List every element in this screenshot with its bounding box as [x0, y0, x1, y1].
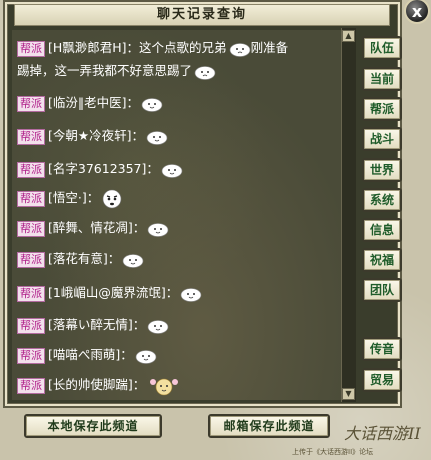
channel-tag: 帮派 — [17, 190, 45, 207]
emote-icon — [135, 349, 157, 364]
chat-message: 帮派 [醉舞、情花凋]： — [17, 217, 169, 238]
channel-button-battle[interactable]: 战斗 — [362, 127, 402, 151]
chat-message: 帮派 [1峨嵋山@魔界流氓]： — [17, 282, 202, 303]
channel-tag: 帮派 — [17, 40, 45, 57]
chat-message: 帮派 [名字37612357]： — [17, 158, 183, 179]
chat-message: 帮派 [今朝★冷夜轩]： — [17, 125, 168, 146]
channel-button-trade[interactable]: 贸易 — [362, 368, 402, 392]
channel-tag: 帮派 — [17, 285, 45, 302]
flower-emote-icon — [150, 378, 179, 395]
title-bar[interactable]: 聊天记录查询 — [14, 4, 390, 26]
channel-button-blessing[interactable]: 祝福 — [362, 248, 402, 272]
emote-icon — [161, 163, 183, 178]
channel-tag: 帮派 — [17, 95, 45, 112]
channel-button-team[interactable]: 队伍 — [362, 36, 402, 60]
chat-message: 帮派 [落花有意]： — [17, 248, 144, 269]
emote-icon — [180, 287, 202, 302]
scroll-down-arrow-icon[interactable]: ▼ — [342, 388, 355, 400]
channel-tag: 帮派 — [17, 128, 45, 145]
channel-button-group[interactable]: 团队 — [362, 278, 402, 302]
channel-tag: 帮派 — [17, 220, 45, 237]
save-mail-button[interactable]: 邮箱保存此频道 — [208, 414, 330, 438]
emote-icon — [141, 97, 163, 112]
emote-icon — [147, 319, 169, 334]
emote-icon — [122, 253, 144, 268]
message-text: [H飘渺郎君H]：这个点歌的兄弟 — [48, 40, 227, 55]
footer-note: 上传于《大话西游II》论坛 — [292, 448, 374, 456]
window-title: 聊天记录查询 — [156, 7, 247, 22]
face-emote-icon — [102, 189, 122, 208]
channel-tag: 帮派 — [17, 347, 45, 364]
message-text: [今朝★冷夜轩]： — [48, 128, 144, 143]
message-text: [喵喵ぺ雨萌]： — [48, 347, 133, 362]
game-logo: 大话西游II — [344, 424, 421, 443]
channel-tag: 帮派 — [17, 317, 45, 334]
emote-icon — [194, 65, 216, 80]
message-text: 踢掉，这一弄我都不好意思踢了 — [17, 63, 193, 78]
message-text: [名字37612357]： — [48, 161, 159, 176]
message-text: [悟空·]： — [48, 190, 100, 205]
message-text: [落花有意]： — [48, 251, 121, 266]
channel-button-current[interactable]: 当前 — [362, 67, 402, 91]
chat-message: 帮派 [落幕い醉无情]： — [17, 314, 169, 335]
channel-button-system[interactable]: 系统 — [362, 188, 402, 212]
channel-button-world[interactable]: 世界 — [362, 158, 402, 182]
chat-message: 帮派 [临汾‖老中医]： — [17, 92, 163, 113]
message-text: [1峨嵋山@魔界流氓]： — [48, 285, 179, 300]
message-text: [醉舞、情花凋]： — [48, 220, 146, 235]
emote-icon — [146, 130, 168, 145]
channel-button-whisper[interactable]: 传音 — [362, 337, 402, 361]
save-local-button[interactable]: 本地保存此频道 — [24, 414, 162, 438]
channel-tag: 帮派 — [17, 251, 45, 268]
chat-scrollbar[interactable] — [341, 28, 356, 402]
chat-message: 帮派 [喵喵ぺ雨萌]： — [17, 344, 157, 365]
chat-message: 帮派 [长的帅使脚踹]： — [17, 374, 181, 396]
channel-button-guild[interactable]: 帮派 — [362, 97, 402, 121]
message-text: [长的帅使脚踹]： — [48, 377, 146, 392]
scroll-up-arrow-icon[interactable]: ▲ — [342, 30, 355, 42]
message-text: [落幕い醉无情]： — [48, 317, 146, 332]
channel-button-info[interactable]: 信息 — [362, 218, 402, 242]
emote-icon — [147, 222, 169, 237]
chat-message-continued: 踢掉，这一弄我都不好意思踢了 — [17, 60, 216, 81]
chat-log: 帮派 [H飘渺郎君H]：这个点歌的兄弟 刚准备 踢掉，这一弄我都不好意思踢了 帮派[… — [12, 30, 355, 400]
channel-tag: 帮派 — [17, 377, 45, 394]
emote-icon — [229, 42, 250, 57]
message-text: 刚准备 — [250, 40, 289, 55]
channel-tag: 帮派 — [17, 161, 45, 178]
message-text: [临汾‖老中医]： — [48, 95, 140, 110]
chat-message: 帮派 [H飘渺郎君H]：这个点歌的兄弟 刚准备 — [17, 37, 288, 58]
chat-message: 帮派 [悟空·]： — [17, 187, 123, 209]
